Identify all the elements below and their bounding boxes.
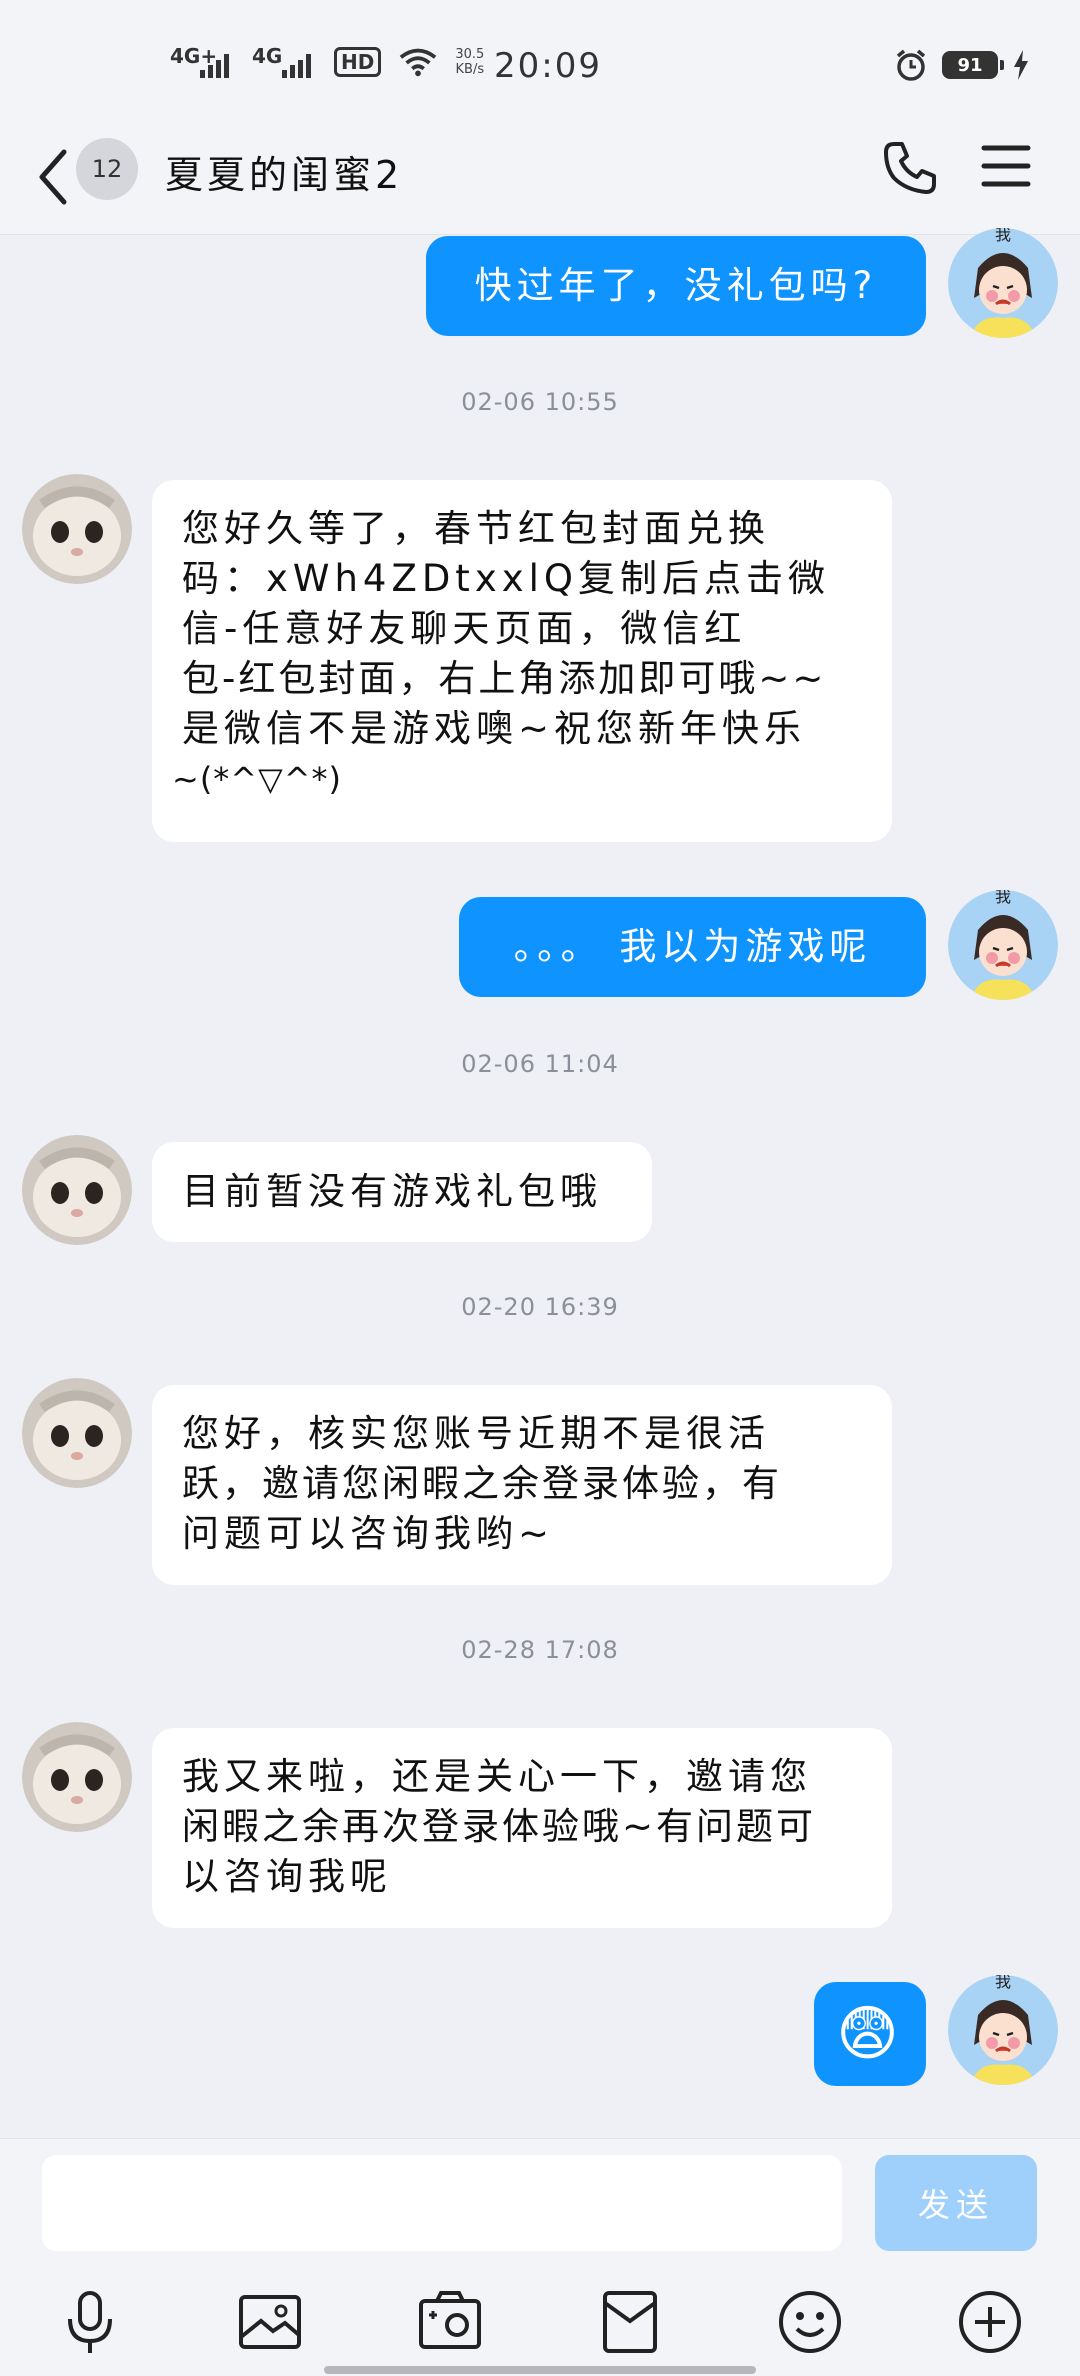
camera-icon[interactable] — [415, 2287, 485, 2357]
send-button[interactable]: 发送 — [875, 2155, 1037, 2251]
image-icon[interactable] — [235, 2287, 305, 2357]
unread-count-badge[interactable]: 12 — [76, 138, 138, 200]
emoji-icon[interactable] — [775, 2287, 845, 2357]
my-avatar[interactable]: 我 — [948, 228, 1058, 338]
avatar-label: 我 — [995, 890, 1011, 906]
home-indicator[interactable] — [324, 2366, 756, 2374]
status-left: 4G+ 4G HD 30.5 KB/s — [170, 44, 484, 80]
timestamp: 02-28 17:08 — [461, 1636, 619, 1664]
message-bubble-incoming[interactable]: 目前暂没有游戏礼包哦 — [152, 1142, 652, 1242]
contact-avatar[interactable] — [22, 1378, 132, 1488]
input-area: 发送 — [0, 2138, 1080, 2376]
avatar-label: 我 — [995, 228, 1011, 244]
alarm-icon — [896, 49, 926, 81]
message-bubble-incoming[interactable]: 您好，核实您账号近期不是很活 跃，邀请您闲暇之余登录体验，有 问题可以咨询我哟~ — [152, 1385, 892, 1585]
status-bar: 4G+ 4G HD 30.5 KB/s 20:09 91 — [0, 0, 1080, 130]
message-bubble-incoming[interactable]: 我又来啦，还是关心一下，邀请您 闲暇之余再次登录体验哦~有问题可 以咨询我呢 — [152, 1728, 892, 1928]
battery-icon: 91 — [942, 51, 1004, 79]
timestamp: 02-06 11:04 — [461, 1050, 619, 1078]
hd-voice-icon: HD — [334, 47, 382, 77]
input-toolbar — [0, 2287, 1080, 2357]
red-packet-icon[interactable] — [595, 2287, 665, 2357]
my-avatar[interactable]: 我 — [948, 1975, 1058, 2085]
clock: 20:09 — [494, 46, 602, 86]
wifi-icon — [400, 48, 437, 77]
chat-title: 夏夏的闺蜜2 — [165, 153, 404, 197]
plus-icon[interactable] — [955, 2287, 1025, 2357]
signal-4g: 4G — [252, 44, 316, 80]
message-bubble-outgoing-emoji[interactable]: 😨 — [814, 1982, 926, 2086]
message-input[interactable] — [42, 2155, 842, 2251]
status-right: 91 — [894, 48, 1030, 82]
contact-avatar[interactable] — [22, 1135, 132, 1245]
timestamp: 02-20 16:39 — [461, 1293, 619, 1321]
phone-call-icon[interactable] — [880, 138, 940, 198]
charging-icon — [1014, 50, 1028, 80]
timestamp: 02-06 10:55 — [461, 388, 619, 416]
avatar-label: 我 — [995, 1975, 1011, 1991]
network-speed: 30.5 KB/s — [455, 47, 485, 77]
menu-icon[interactable] — [980, 140, 1032, 192]
shocked-emoji-icon: 😨 — [836, 1999, 904, 2069]
back-arrow-icon[interactable] — [32, 142, 72, 212]
signal-4g-plus: 4G+ — [170, 44, 234, 80]
message-bubble-outgoing[interactable]: 快过年了，没礼包吗? — [426, 236, 926, 336]
contact-avatar[interactable] — [22, 474, 132, 584]
my-avatar[interactable]: 我 — [948, 890, 1058, 1000]
signal-bars-icon — [200, 52, 229, 78]
message-bubble-incoming[interactable]: 您好久等了，春节红包封面兑换 码：xWh4ZDtxxlQ复制后点击微 信-任意好… — [152, 480, 892, 842]
signal-bars-icon — [282, 52, 311, 78]
microphone-icon[interactable] — [55, 2287, 125, 2357]
contact-avatar[interactable] — [22, 1722, 132, 1832]
message-bubble-outgoing[interactable]: 。。。 我以为游戏呢 — [459, 897, 926, 997]
chat-header: 12 夏夏的闺蜜2 — [0, 130, 1080, 235]
